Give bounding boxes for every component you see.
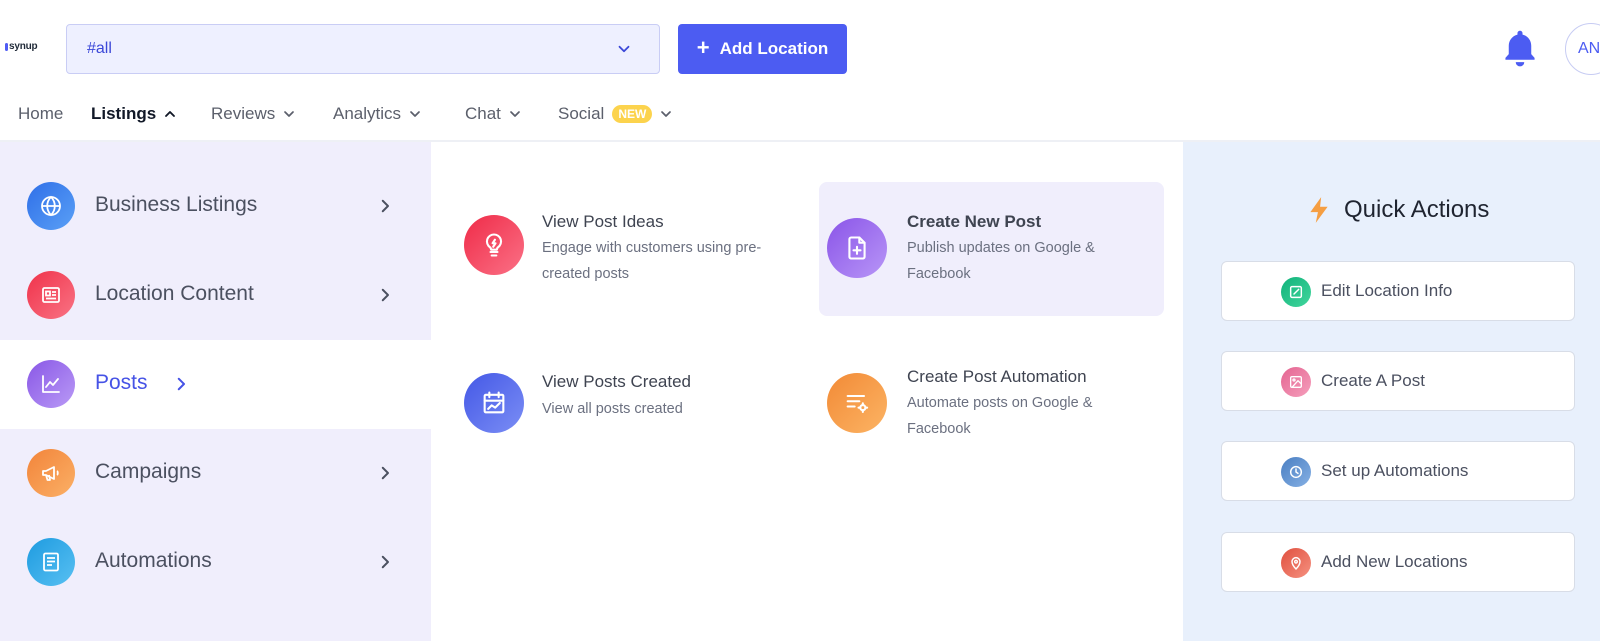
nav-listings-label: Listings <box>91 104 157 123</box>
category-automations[interactable]: Automations <box>0 518 431 607</box>
chevron-down-icon <box>510 111 520 117</box>
logo-text: synup <box>9 41 38 52</box>
card-create-new-post[interactable]: Create New Post Publish updates on Googl… <box>819 182 1164 316</box>
chevron-down-icon <box>661 111 672 117</box>
top-bar: synup #all + Add Location AN <box>0 0 1600 98</box>
quick-actions-title: Quick Actions <box>1344 196 1490 223</box>
chevron-up-icon <box>165 111 176 117</box>
nav-chat-label: Chat <box>465 104 501 123</box>
chevron-right-icon <box>381 466 389 480</box>
location-select-value: #all <box>87 40 112 57</box>
id-card-icon <box>27 271 75 319</box>
nav-social-label: Social <box>558 104 605 123</box>
card-description: Engage with customers using pre-created … <box>542 240 762 282</box>
qa-label: Create A Post <box>1321 371 1425 390</box>
nav-reviews[interactable]: Reviews <box>211 104 297 124</box>
add-location-label: Add Location <box>719 39 829 58</box>
card-title: Create New Post <box>907 212 1042 231</box>
bell-icon[interactable] <box>1501 28 1539 70</box>
calendar-chart-icon <box>464 373 524 433</box>
new-badge: NEW <box>612 105 653 123</box>
location-select[interactable]: #all <box>66 24 660 74</box>
edit-icon <box>1281 277 1311 307</box>
card-view-post-ideas[interactable]: View Post Ideas Engage with customers us… <box>431 182 771 316</box>
edit-location-info-button[interactable]: Edit Location Info <box>1221 261 1575 321</box>
category-location-content[interactable]: Location Content <box>0 251 431 340</box>
category-business-listings[interactable]: Business Listings <box>0 162 431 251</box>
category-label: Automations <box>95 549 212 572</box>
card-description: Publish updates on Google & Facebook <box>907 240 1095 282</box>
nav-home-label: Home <box>18 104 64 123</box>
clock-icon <box>1281 457 1311 487</box>
set-up-automations-button[interactable]: Set up Automations <box>1221 441 1575 501</box>
lightbulb-icon <box>464 215 524 275</box>
logo-mark-icon <box>5 42 8 51</box>
qa-label: Set up Automations <box>1321 461 1469 480</box>
list-gear-icon <box>827 373 887 433</box>
chevron-right-icon <box>177 377 185 391</box>
nav-chat[interactable]: Chat <box>465 104 523 124</box>
avatar-initials: AN <box>1578 40 1600 57</box>
document-icon <box>27 538 75 586</box>
nav-home[interactable]: Home <box>18 104 63 124</box>
synup-logo[interactable]: synup <box>5 41 38 52</box>
chevron-right-icon <box>381 288 389 302</box>
category-campaigns[interactable]: Campaigns <box>0 429 431 518</box>
image-icon <box>1281 367 1311 397</box>
chevron-right-icon <box>381 199 389 213</box>
nav-analytics[interactable]: Analytics <box>333 104 423 124</box>
category-posts[interactable]: Posts <box>0 340 431 429</box>
card-title: View Posts Created <box>542 372 691 391</box>
card-title: Create Post Automation <box>907 367 1087 386</box>
chevron-down-icon <box>284 111 295 117</box>
user-avatar[interactable]: AN <box>1565 23 1600 75</box>
card-description: View all posts created <box>542 401 683 417</box>
qa-label: Edit Location Info <box>1321 281 1453 300</box>
posts-submenu: View Post Ideas Engage with customers us… <box>431 142 1183 641</box>
card-view-posts-created[interactable]: View Posts Created View all posts create… <box>431 362 771 496</box>
map-pin-icon <box>1281 548 1311 578</box>
lightning-icon <box>1310 197 1328 223</box>
globe-icon <box>27 182 75 230</box>
category-sidebar: Business Listings Location Content Posts… <box>0 142 431 641</box>
nav-reviews-label: Reviews <box>211 104 276 123</box>
add-location-button[interactable]: + Add Location <box>678 24 847 74</box>
nav-social[interactable]: Social NEW <box>558 104 674 124</box>
card-create-post-automation[interactable]: Create Post Automation Automate posts on… <box>819 337 1164 471</box>
add-new-locations-button[interactable]: Add New Locations <box>1221 532 1575 592</box>
category-label: Posts <box>95 371 148 394</box>
chevron-down-icon <box>618 45 630 53</box>
category-label: Business Listings <box>95 193 258 216</box>
nav-analytics-label: Analytics <box>333 104 402 123</box>
card-title: View Post Ideas <box>542 212 664 231</box>
plus-icon: + <box>696 34 710 60</box>
chevron-down-icon <box>410 111 420 117</box>
chevron-right-icon <box>381 555 389 569</box>
nav-listings[interactable]: Listings <box>91 104 178 124</box>
category-label: Campaigns <box>95 460 202 483</box>
card-description: Automate posts on Google & Facebook <box>907 395 1093 437</box>
file-plus-icon <box>827 218 887 278</box>
create-a-post-button[interactable]: Create A Post <box>1221 351 1575 411</box>
category-label: Location Content <box>95 282 254 305</box>
qa-label: Add New Locations <box>1321 552 1468 571</box>
megaphone-icon <box>27 449 75 497</box>
quick-actions-heading: Quick Actions <box>1306 196 1489 224</box>
chart-line-icon <box>27 360 75 408</box>
quick-actions-panel: Quick Actions Edit Location Info Create … <box>1183 142 1600 641</box>
